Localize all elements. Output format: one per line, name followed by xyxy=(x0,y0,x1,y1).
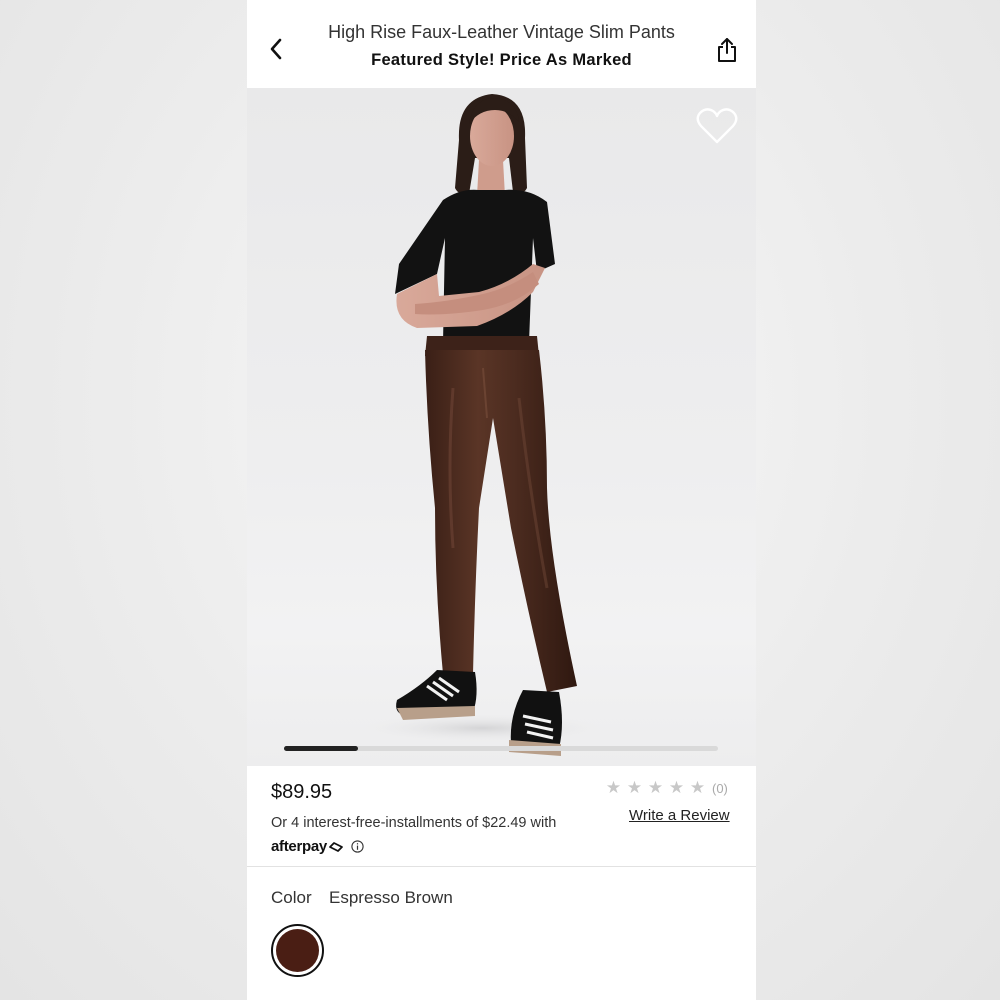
chevron-left-icon xyxy=(270,38,282,60)
product-price: $89.95 xyxy=(271,781,333,803)
promo-subtitle: Featured Style! Price As Marked xyxy=(371,51,632,69)
info-icon[interactable] xyxy=(351,840,364,853)
color-swatch-espresso-brown[interactable] xyxy=(271,924,324,977)
afterpay-arrows-icon xyxy=(329,841,343,852)
selected-color-name: Espresso Brown xyxy=(329,888,453,907)
carousel-progress-track[interactable] xyxy=(284,746,718,751)
star-icon: ★ xyxy=(647,778,664,797)
product-photo xyxy=(362,94,602,756)
star-icon: ★ xyxy=(689,778,706,797)
product-page: High Rise Faux-Leather Vintage Slim Pant… xyxy=(247,0,756,1000)
write-review-link[interactable]: Write a Review xyxy=(629,807,730,824)
product-title: High Rise Faux-Leather Vintage Slim Pant… xyxy=(328,22,675,42)
star-icon: ★ xyxy=(626,778,643,797)
swatch-color-fill xyxy=(276,929,319,972)
color-label: Color xyxy=(271,888,312,907)
product-image-carousel[interactable] xyxy=(247,88,756,766)
color-section: Color Espresso Brown xyxy=(247,867,756,1000)
share-button[interactable] xyxy=(711,32,743,68)
top-bar: High Rise Faux-Leather Vintage Slim Pant… xyxy=(247,0,756,88)
favorite-button[interactable] xyxy=(695,104,739,148)
heart-outline-icon xyxy=(696,108,738,144)
back-button[interactable] xyxy=(261,30,291,68)
carousel-progress-indicator xyxy=(284,746,358,751)
price-section: $89.95 Or 4 interest-free-installments o… xyxy=(247,766,756,867)
star-icon: ★ xyxy=(668,778,685,797)
installments-text: Or 4 interest-free-installments of $22.4… xyxy=(271,815,557,831)
afterpay-label: afterpay xyxy=(271,838,327,855)
afterpay-row: afterpay xyxy=(271,838,364,855)
review-count: (0) xyxy=(712,780,728,796)
star-rating: ★ ★ ★ ★ ★ (0) xyxy=(603,778,728,798)
share-icon xyxy=(718,38,736,62)
afterpay-logo: afterpay xyxy=(271,838,344,855)
star-icon: ★ xyxy=(605,778,622,797)
